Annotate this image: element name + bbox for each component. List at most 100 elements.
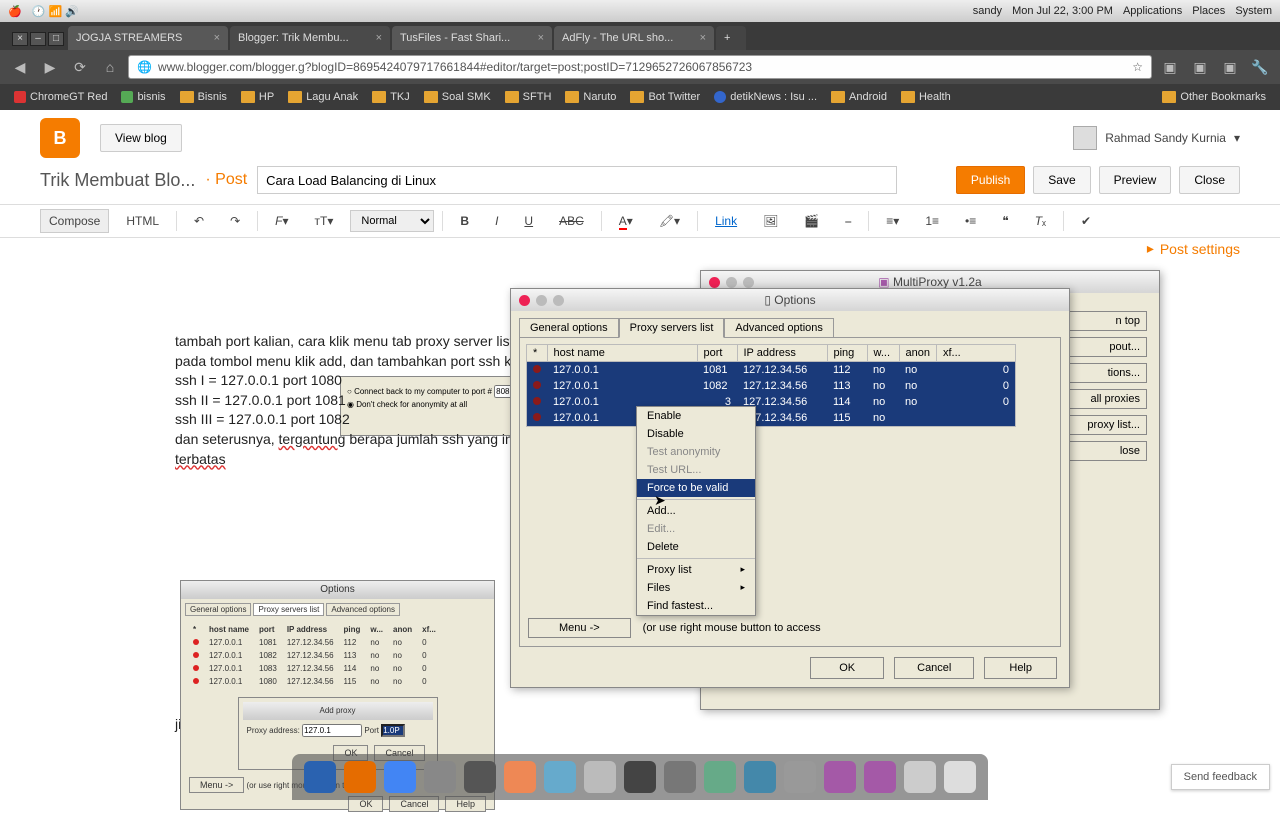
html-tab[interactable]: HTML (117, 209, 168, 233)
tab-blogger[interactable]: Blogger: Trik Membu...× (230, 26, 390, 50)
side-btn[interactable]: tions... (1067, 363, 1147, 383)
ctx-files[interactable]: Files (637, 579, 755, 597)
dock-app-icon[interactable] (504, 761, 536, 793)
dock-app-icon[interactable] (624, 761, 656, 793)
menu-icon[interactable]: 🔧 (1248, 55, 1272, 79)
spellcheck-button[interactable]: ✔ (1072, 209, 1100, 233)
apple-icon[interactable]: 🍎 (8, 5, 22, 18)
bookmark-item[interactable]: bisnis (115, 89, 171, 105)
link-button[interactable]: Link (706, 209, 746, 233)
dock[interactable] (292, 754, 988, 800)
break-button[interactable]: ⎯ (836, 209, 860, 234)
ext-icon[interactable]: ▣ (1188, 55, 1212, 79)
ext-icon[interactable]: ▣ (1158, 55, 1182, 79)
dock-app-icon[interactable] (664, 761, 696, 793)
close-icon[interactable]: × (538, 32, 544, 44)
compose-tab[interactable]: Compose (40, 209, 109, 233)
post-settings-toggle[interactable]: ▸ Post settings (1147, 240, 1240, 257)
dock-app-icon[interactable] (864, 761, 896, 793)
other-bookmarks[interactable]: Other Bookmarks (1156, 89, 1272, 105)
bookmark-folder[interactable]: SFTH (499, 89, 558, 105)
dock-app-icon[interactable] (584, 761, 616, 793)
dock-app-icon[interactable] (544, 761, 576, 793)
side-btn[interactable]: pout... (1067, 337, 1147, 357)
dock-app-icon[interactable] (904, 761, 936, 793)
bookmark-folder[interactable]: Soal SMK (418, 89, 497, 105)
help-button[interactable]: Help (984, 657, 1057, 679)
star-icon[interactable]: ☆ (1132, 60, 1143, 74)
bookmark-folder[interactable]: Health (895, 89, 957, 105)
table-row[interactable]: 127.0.0.11081127.12.34.56112nono0 (527, 362, 1016, 379)
numlist-button[interactable]: 1≡ (916, 209, 948, 233)
dock-app-icon[interactable] (704, 761, 736, 793)
size-button[interactable]: тT▾ (306, 209, 343, 233)
bookmark-folder[interactable]: Bot Twitter (624, 89, 706, 105)
forward-button[interactable]: ▶ (38, 55, 62, 79)
options-titlebar[interactable]: ▯ Options (511, 289, 1069, 311)
textcolor-button[interactable]: A▾ (610, 209, 642, 233)
bold-button[interactable]: B (451, 209, 478, 233)
dock-app-icon[interactable] (784, 761, 816, 793)
bookmark-item[interactable]: ChromeGT Red (8, 89, 113, 105)
tab-adfly[interactable]: AdFly - The URL sho...× (554, 26, 714, 50)
side-btn[interactable]: lose (1067, 441, 1147, 461)
window-buttons[interactable]: ×–□ (8, 28, 68, 50)
removefrm-button[interactable]: Tₓ (1026, 209, 1055, 233)
dock-app-icon[interactable] (304, 761, 336, 793)
menubar-user[interactable]: sandy (973, 5, 1002, 17)
ctx-find-fastest[interactable]: Find fastest... (637, 597, 755, 615)
close-icon[interactable]: × (700, 32, 706, 44)
tab-advanced[interactable]: Advanced options (724, 318, 833, 338)
blogger-logo-icon[interactable]: B (40, 118, 80, 158)
bookmark-folder[interactable]: HP (235, 89, 280, 105)
menubar-places[interactable]: Places (1192, 5, 1225, 17)
bookmark-folder[interactable]: Naruto (559, 89, 622, 105)
save-button[interactable]: Save (1033, 166, 1090, 194)
url-bar[interactable]: 🌐 www.blogger.com/blogger.g?blogID=86954… (128, 55, 1152, 79)
tab-tusfiles[interactable]: TusFiles - Fast Shari...× (392, 26, 552, 50)
ctx-disable[interactable]: Disable (637, 425, 755, 443)
dock-app-icon[interactable] (384, 761, 416, 793)
preview-button[interactable]: Preview (1099, 166, 1172, 194)
blog-title[interactable]: Trik Membuat Blo... (40, 170, 195, 191)
side-btn[interactable]: all proxies (1067, 389, 1147, 409)
bookmark-folder[interactable]: Bisnis (174, 89, 233, 105)
dock-app-icon[interactable] (944, 761, 976, 793)
bookmark-folder[interactable]: Lagu Anak (282, 89, 364, 105)
send-feedback-button[interactable]: Send feedback (1171, 764, 1270, 790)
underline-button[interactable]: U (515, 209, 542, 233)
tab-general[interactable]: General options (519, 318, 619, 338)
tab-jogja[interactable]: JOGJA STREAMERS× (68, 26, 228, 50)
bullist-button[interactable]: •≡ (956, 209, 985, 233)
close-icon[interactable]: × (376, 32, 382, 44)
dock-app-icon[interactable] (464, 761, 496, 793)
italic-button[interactable]: I (486, 209, 507, 233)
table-row[interactable]: 127.0.0.13127.12.34.56114nono0 (527, 394, 1016, 410)
side-btn[interactable]: n top (1067, 311, 1147, 331)
bookmark-item[interactable]: detikNews : Isu ... (708, 89, 823, 105)
home-button[interactable]: ⌂ (98, 55, 122, 79)
quote-button[interactable]: ❝ (993, 209, 1017, 233)
post-title-input[interactable] (257, 166, 897, 194)
bookmark-folder[interactable]: Android (825, 89, 893, 105)
cancel-button[interactable]: Cancel (894, 657, 974, 679)
back-button[interactable]: ◀ (8, 55, 32, 79)
dock-app-icon[interactable] (424, 761, 456, 793)
strike-button[interactable]: ABC (550, 209, 593, 233)
close-button[interactable]: Close (1179, 166, 1240, 194)
highlight-button[interactable]: 🖍▾ (650, 209, 689, 233)
align-button[interactable]: ≡▾ (877, 209, 908, 233)
options-window[interactable]: ▯ Options General options Proxy servers … (510, 288, 1070, 688)
reload-button[interactable]: ⟳ (68, 55, 92, 79)
font-button[interactable]: F▾ (266, 209, 297, 233)
ctx-delete[interactable]: Delete (637, 538, 755, 556)
dock-app-icon[interactable] (744, 761, 776, 793)
new-tab-button[interactable]: + (716, 26, 746, 50)
format-select[interactable]: Normal (350, 210, 434, 232)
publish-button[interactable]: Publish (956, 166, 1025, 194)
video-button[interactable]: 🎬 (795, 209, 828, 233)
proxy-table[interactable]: * host name port IP address ping w... an… (526, 344, 1016, 427)
menubar-apps[interactable]: Applications (1123, 5, 1182, 17)
table-row[interactable]: 127.0.0.11082127.12.34.56113nono0 (527, 378, 1016, 394)
undo-button[interactable]: ↶ (185, 209, 213, 233)
